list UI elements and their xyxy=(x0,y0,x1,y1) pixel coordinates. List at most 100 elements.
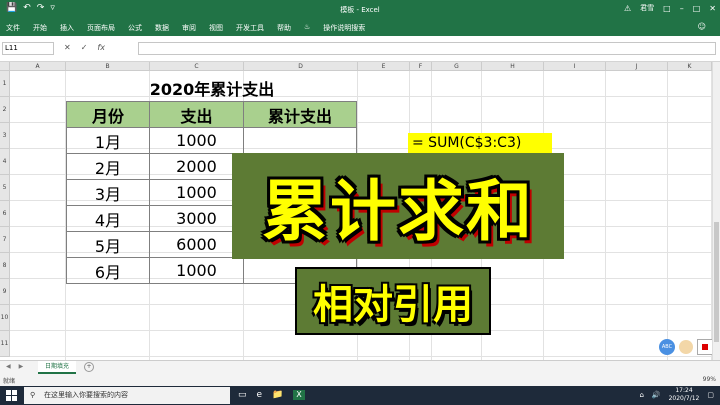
menu-item[interactable]: 数据 xyxy=(155,23,169,33)
folder-icon[interactable]: 📁 xyxy=(272,390,283,400)
formula-bar: L11 ✕ ✓ fx xyxy=(0,36,720,62)
table-cell[interactable]: 1000 xyxy=(149,179,244,206)
menu-item[interactable]: 公式 xyxy=(128,23,142,33)
formula-input[interactable] xyxy=(138,42,716,55)
stop-icon[interactable] xyxy=(701,344,708,350)
tell-me-search[interactable]: 操作说明搜索 xyxy=(323,23,365,33)
row-header[interactable]: 8 xyxy=(0,253,10,279)
vertical-scrollbar[interactable] xyxy=(712,62,720,360)
column-header[interactable]: E xyxy=(358,62,410,71)
column-header[interactable]: I xyxy=(544,62,606,71)
table-cell[interactable] xyxy=(243,127,357,154)
tab-active-sheet[interactable]: 日期填充 xyxy=(38,361,76,374)
header-cell-cumulative[interactable]: 累计支出 xyxy=(243,101,357,128)
column-header[interactable]: A xyxy=(10,62,66,71)
main-banner-text: 累计求和 xyxy=(262,173,534,250)
minimize-button[interactable]: – xyxy=(680,4,684,13)
table-row: 1月 1000 xyxy=(66,127,357,154)
close-button[interactable]: ✕ xyxy=(709,4,716,13)
clock-date: 2020/7/12 xyxy=(668,395,700,402)
title-bar: 💾 ↶ ↷ ▿ 模板 - Excel ⚠ 君雪 □ – □ ✕ xyxy=(0,0,720,19)
table-cell[interactable]: 1000 xyxy=(149,257,244,284)
row-header[interactable]: 10 xyxy=(0,305,10,331)
clock[interactable]: 17:24 2020/7/12 xyxy=(669,387,700,403)
grid-line xyxy=(605,71,606,360)
column-header[interactable]: B xyxy=(66,62,150,71)
column-header[interactable]: H xyxy=(482,62,544,71)
table-cell[interactable]: 1月 xyxy=(66,127,150,154)
table-cell[interactable]: 2月 xyxy=(66,153,150,180)
table-cell[interactable]: 3月 xyxy=(66,179,150,206)
enter-icon[interactable]: ✓ xyxy=(81,43,88,52)
table-cell[interactable]: 6月 xyxy=(66,257,150,284)
row-header[interactable]: 2 xyxy=(0,97,10,123)
search-icon: ⚲ xyxy=(30,391,36,399)
menu-item[interactable]: 开发工具 xyxy=(236,23,264,33)
task-view-icon[interactable]: ▭ xyxy=(238,390,247,400)
edge-icon[interactable]: e xyxy=(257,390,263,400)
menu-item[interactable]: 视图 xyxy=(209,23,223,33)
search-placeholder: 在这里输入你要搜索的内容 xyxy=(44,391,128,399)
table-cell[interactable]: 4月 xyxy=(66,205,150,232)
grid-line xyxy=(667,71,668,360)
table-cell[interactable]: 6000 xyxy=(149,231,244,258)
user-name[interactable]: 君雪 xyxy=(640,3,654,13)
row-header[interactable]: 9 xyxy=(0,279,10,305)
menu-item[interactable]: 开始 xyxy=(33,23,47,33)
row-header[interactable]: 7 xyxy=(0,227,10,253)
ribbon-display-icon[interactable]: □ xyxy=(663,4,671,13)
column-header[interactable]: G xyxy=(432,62,482,71)
assistant-bubble-icon[interactable]: ABC xyxy=(659,339,675,355)
share-icon[interactable]: ☺ xyxy=(698,22,706,31)
column-header[interactable]: C xyxy=(150,62,244,71)
column-header[interactable]: D xyxy=(244,62,358,71)
warning-icon[interactable]: ⚠ xyxy=(624,4,631,13)
menu-item[interactable]: 文件 xyxy=(6,23,20,33)
row-header[interactable]: 4 xyxy=(0,149,10,175)
maximize-button[interactable]: □ xyxy=(693,4,701,13)
row-header[interactable]: 5 xyxy=(0,175,10,201)
menu-item[interactable]: 帮助 xyxy=(277,23,291,33)
menu-item[interactable]: 审阅 xyxy=(182,23,196,33)
table-cell[interactable]: 2000 xyxy=(149,153,244,180)
clock-time: 17:24 xyxy=(675,387,693,394)
row-header[interactable]: 3 xyxy=(0,123,10,149)
volume-icon[interactable]: 🔊 xyxy=(652,391,661,399)
notification-icon[interactable]: ▢ xyxy=(707,391,714,399)
floating-widget[interactable]: ABC ✎ xyxy=(659,339,720,355)
menu-item[interactable]: 插入 xyxy=(60,23,74,33)
cancel-icon[interactable]: ✕ xyxy=(64,43,71,52)
column-header[interactable]: F xyxy=(410,62,432,71)
header-cell-month[interactable]: 月份 xyxy=(66,101,150,128)
windows-start-icon[interactable] xyxy=(6,390,17,401)
zoom-level[interactable]: 99% xyxy=(703,376,716,383)
next-sheet-icon[interactable]: ▶ xyxy=(19,363,24,370)
row-header[interactable]: 1 xyxy=(0,71,10,97)
scrollbar-thumb[interactable] xyxy=(714,222,719,342)
menu-items: 文件 开始 插入 页面布局 公式 数据 审阅 视图 开发工具 帮助 ♨ 操作说明搜索 xyxy=(6,23,365,33)
table-cell[interactable]: 3000 xyxy=(149,205,244,232)
taskbar: ⚲ 在这里输入你要搜索的内容 ▭ e 📁 X ⌂ 🔊 17:24 2020/7/… xyxy=(0,386,720,405)
function-icon[interactable]: fx xyxy=(97,43,105,52)
excel-app-icon[interactable]: X xyxy=(293,390,305,400)
table-cell[interactable]: 5月 xyxy=(66,231,150,258)
column-header[interactable]: K xyxy=(668,62,712,71)
name-box[interactable]: L11 xyxy=(2,42,54,55)
row-header[interactable]: 11 xyxy=(0,331,10,357)
taskbar-search-input[interactable]: ⚲ 在这里输入你要搜索的内容 xyxy=(24,387,230,404)
network-icon[interactable]: ⌂ xyxy=(639,391,643,399)
column-header[interactable]: J xyxy=(606,62,668,71)
menu-bar: 文件 开始 插入 页面布局 公式 数据 审阅 视图 开发工具 帮助 ♨ 操作说明搜索 ☺ xyxy=(0,19,720,36)
header-cell-expense[interactable]: 支出 xyxy=(149,101,244,128)
prev-sheet-icon[interactable]: ◀ xyxy=(6,363,11,370)
sheet-title[interactable]: 2020年累计支出 xyxy=(67,76,357,100)
add-sheet-button[interactable]: + xyxy=(84,362,94,372)
select-all-corner[interactable] xyxy=(0,62,10,71)
row-header[interactable]: 6 xyxy=(0,201,10,227)
grid-line xyxy=(10,356,712,357)
table-cell[interactable]: 1000 xyxy=(149,127,244,154)
formula-note[interactable]: = SUM(C$3:C3) xyxy=(408,133,552,153)
sheet-tabs-bar: ◀ ▶ 日期填充 + xyxy=(0,360,720,374)
menu-item[interactable]: 页面布局 xyxy=(87,23,115,33)
avatar[interactable] xyxy=(679,340,693,354)
